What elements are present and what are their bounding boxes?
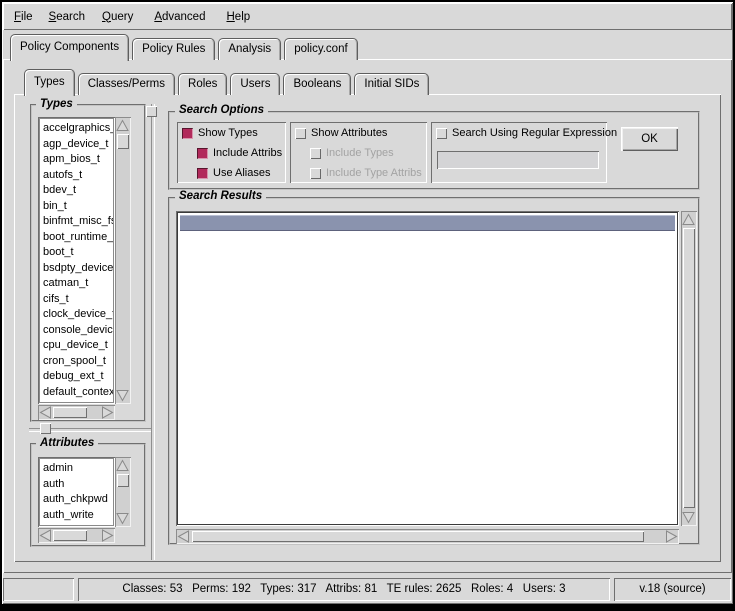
list-item[interactable]: auth_chkpwd (40, 492, 113, 508)
list-item[interactable]: auth (40, 477, 113, 493)
status-version-panel: v.18 (source) (614, 578, 731, 601)
list-item[interactable]: autofs_t (40, 168, 113, 184)
scroll-thumb[interactable] (117, 474, 129, 487)
types-vscrollbar[interactable] (115, 117, 131, 404)
scroll-right-arrow-icon[interactable] (101, 406, 114, 419)
checkbox-label: Use Aliases (213, 167, 270, 179)
scroll-left-arrow-icon[interactable] (39, 529, 52, 542)
checkbox-include-types: Include Types (310, 146, 394, 160)
checkbox-indicator (197, 168, 208, 179)
status-stats: Classes: 53 Perms: 192 Types: 317 Attrib… (78, 578, 610, 601)
checkbox-include-attribs[interactable]: Include Attribs (197, 146, 282, 160)
scroll-up-arrow-icon[interactable] (116, 459, 129, 472)
list-item[interactable]: apm_bios_t (40, 152, 113, 168)
checkbox-indicator (197, 148, 208, 159)
list-item[interactable]: binfmt_misc_fs (40, 214, 113, 230)
checkbox-indicator (310, 168, 321, 179)
checkbox-label: Include Types (326, 147, 394, 159)
scroll-down-arrow-icon[interactable] (116, 389, 129, 402)
scroll-thumb[interactable] (53, 530, 87, 541)
regex-input[interactable] (437, 151, 599, 169)
scroll-thumb[interactable] (192, 531, 644, 542)
checkbox-show-attributes[interactable]: Show Attributes (295, 126, 387, 140)
checkbox-label: Search Using Regular Expression (452, 127, 617, 139)
list-item[interactable]: agp_device_t (40, 137, 113, 153)
scroll-down-arrow-icon[interactable] (116, 512, 129, 525)
scroll-left-arrow-icon[interactable] (177, 530, 190, 543)
list-item[interactable]: default_t (40, 400, 113, 403)
checkbox-use-aliases[interactable]: Use Aliases (197, 166, 270, 180)
attributes-listbox[interactable]: admin auth auth_chkpwd auth_write (38, 457, 115, 527)
list-item[interactable]: boot_t (40, 245, 113, 261)
checkbox-label: Include Type Attribs (326, 167, 422, 179)
checkbox-indicator (182, 128, 193, 139)
status-version: v.18 (source) (614, 578, 731, 601)
list-item[interactable]: catman_t (40, 276, 113, 292)
list-item[interactable]: accelgraphics_e (40, 121, 113, 137)
list-item[interactable]: cifs_t (40, 292, 113, 308)
search-results-title: Search Results (175, 190, 266, 202)
status-left-panel (3, 578, 74, 601)
app-window: File Search Query Advanced Help Policy C… (0, 0, 735, 611)
results-hscrollbar[interactable] (176, 529, 679, 544)
scroll-thumb[interactable] (53, 407, 87, 418)
status-stats-panel: Classes: 53 Perms: 192 Types: 317 Attrib… (78, 578, 610, 601)
list-item[interactable]: debug_ext_t (40, 369, 113, 385)
checkbox-label: Show Attributes (311, 127, 387, 139)
scroll-thumb[interactable] (683, 228, 695, 508)
checkbox-indicator (436, 128, 447, 139)
ok-button[interactable]: OK (621, 127, 678, 151)
list-item[interactable]: console_device (40, 323, 113, 339)
scroll-left-arrow-icon[interactable] (39, 406, 52, 419)
horizontal-sash-handle[interactable] (40, 423, 51, 434)
checkbox-include-type-attribs: Include Type Attribs (310, 166, 422, 180)
attributes-vscrollbar[interactable] (115, 457, 131, 527)
checkbox-indicator (295, 128, 306, 139)
list-item[interactable]: clock_device_t (40, 307, 113, 323)
list-item[interactable]: cpu_device_t (40, 338, 113, 354)
attributes-hscrollbar[interactable] (38, 528, 115, 543)
list-item[interactable]: auth_write (40, 508, 113, 524)
checkbox-search-regex[interactable]: Search Using Regular Expression (436, 126, 617, 140)
list-item[interactable]: cron_spool_t (40, 354, 113, 370)
selected-line[interactable] (180, 215, 675, 231)
list-item[interactable]: bsdpty_device_ (40, 261, 113, 277)
checkbox-label: Include Attribs (213, 147, 282, 159)
scroll-right-arrow-icon[interactable] (665, 530, 678, 543)
scroll-thumb[interactable] (117, 134, 129, 149)
scroll-up-arrow-icon[interactable] (682, 213, 695, 226)
list-item[interactable]: boot_runtime_t (40, 230, 113, 246)
scroll-right-arrow-icon[interactable] (101, 529, 114, 542)
checkbox-label: Show Types (198, 127, 258, 139)
list-item[interactable]: admin (40, 461, 113, 477)
list-item[interactable]: bin_t (40, 199, 113, 215)
list-item[interactable]: bdev_t (40, 183, 113, 199)
scroll-up-arrow-icon[interactable] (116, 119, 129, 132)
attributes-group-title: Attributes (36, 437, 98, 449)
vertical-sash-handle[interactable] (146, 106, 157, 117)
results-vscrollbar[interactable] (681, 211, 697, 526)
vertical-sash[interactable] (151, 104, 155, 560)
types-listbox[interactable]: accelgraphics_e agp_device_t apm_bios_t … (38, 117, 115, 404)
scroll-down-arrow-icon[interactable] (682, 511, 695, 524)
checkbox-indicator (310, 148, 321, 159)
types-group-title: Types (36, 98, 77, 110)
search-options-title: Search Options (175, 104, 268, 116)
types-hscrollbar[interactable] (38, 405, 115, 420)
search-results-text[interactable] (176, 211, 679, 526)
list-item[interactable]: default_context (40, 385, 113, 401)
checkbox-show-types[interactable]: Show Types (182, 126, 258, 140)
content-layer: Types accelgraphics_e agp_device_t apm_b… (0, 0, 735, 611)
